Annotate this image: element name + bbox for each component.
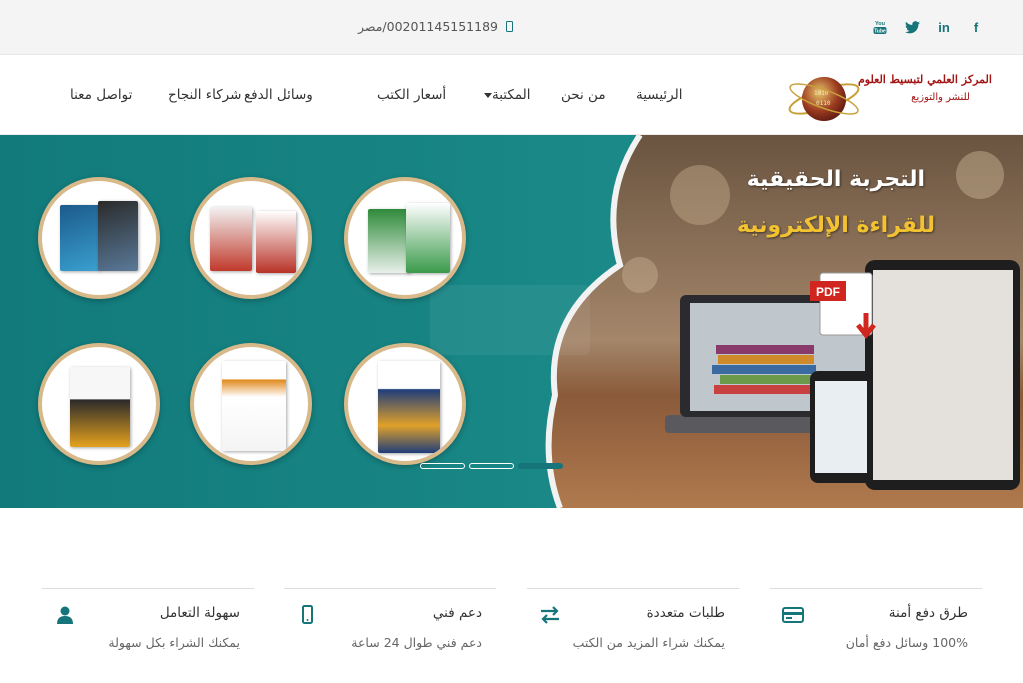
logo-line-1: المركز العلمي لتبسيط العلوم: [858, 73, 992, 86]
nav-item-home[interactable]: الرئيسية: [636, 87, 683, 103]
feature-title: طرق دفع أمنة: [888, 605, 968, 621]
feature-desc: يمكنك الشراء بكل سهولة: [108, 635, 240, 650]
slider-dot[interactable]: [420, 463, 465, 469]
nav-item-library-label: المكتبة: [492, 87, 531, 103]
nav-item-contact[interactable]: تواصل معنا: [70, 87, 132, 103]
user-icon: [57, 606, 73, 624]
hero-title: التجربة الحقيقية: [746, 167, 925, 192]
social-links: f in You Tube: [871, 18, 985, 36]
twitter-icon[interactable]: [903, 18, 921, 36]
book-cover: [406, 203, 450, 273]
contact-phone-text: 00201145151189/مصر: [358, 19, 498, 34]
nav-item-library[interactable]: المكتبة: [482, 87, 531, 103]
feature-support: دعم فني دعم فني طوال 24 ساعة: [284, 588, 496, 658]
feature-desc: دعم فني طوال 24 ساعة: [351, 635, 482, 650]
credit-card-icon: [782, 607, 804, 623]
hero-subtitle: للقراءة الإلكترونية: [736, 213, 935, 238]
feature-multiple-orders: طلبات متعددة يمكنك شراء المزيد من الكتب: [527, 588, 739, 658]
linkedin-icon[interactable]: in: [935, 18, 953, 36]
book-cover: [378, 361, 440, 453]
youtube-icon[interactable]: You Tube: [871, 18, 889, 36]
top-bar: f in You Tube 00201145151189/مصر: [0, 0, 1023, 55]
main-navigation: 1010 0110 المركز العلمي لتبسيط العلوم لل…: [0, 55, 1023, 135]
feature-secure-payment: طرق دفع أمنة 100% وسائل دفع أمان: [770, 588, 982, 658]
nav-item-book-prices[interactable]: أسعار الكتب: [377, 87, 446, 103]
feature-title: دعم فني: [432, 605, 482, 621]
feature-desc: يمكنك شراء المزيد من الكتب: [572, 635, 725, 650]
slider-dot-active[interactable]: [518, 463, 563, 469]
nav-item-payment-methods[interactable]: وسائل الدفع: [244, 87, 313, 103]
feature-title: سهولة التعامل: [159, 605, 240, 621]
features-row: طرق دفع أمنة 100% وسائل دفع أمان طلبات م…: [42, 588, 982, 658]
book-circle[interactable]: [190, 177, 312, 299]
book-cover: [98, 201, 138, 271]
book-cover: [60, 205, 100, 271]
feature-title: طلبات متعددة: [646, 605, 725, 621]
book-circle[interactable]: [190, 343, 312, 465]
book-circle[interactable]: [38, 177, 160, 299]
slider-dot[interactable]: [469, 463, 514, 469]
book-cover: [222, 361, 286, 451]
pdf-label: PDF: [816, 285, 840, 299]
slider-pagination: [420, 463, 563, 469]
hero-slider[interactable]: PDF التجربة الحقيقية للقراءة الإلكترونية: [0, 135, 1023, 508]
mobile-icon: [506, 21, 513, 32]
book-circle[interactable]: [344, 343, 466, 465]
feature-ease-of-use: سهولة التعامل يمكنك الشراء بكل سهولة: [42, 588, 254, 658]
nav-item-about[interactable]: من نحن: [561, 87, 606, 103]
logo-text: المركز العلمي لتبسيط العلوم للنشر والتوز…: [858, 73, 992, 103]
chevron-down-icon: [484, 92, 492, 98]
book-cover: [210, 207, 252, 271]
logo-line-2: للنشر والتوزيع: [911, 92, 970, 103]
book-cover: [256, 211, 296, 273]
exchange-arrows-icon: [541, 606, 559, 624]
svg-text:Tube: Tube: [874, 29, 886, 35]
nav-menu: الرئيسية من نحن المكتبة أسعار الكتب وسائ…: [70, 87, 690, 107]
facebook-icon[interactable]: f: [967, 18, 985, 36]
book-cover: [368, 209, 410, 273]
book-circle[interactable]: [344, 177, 466, 299]
svg-text:You: You: [875, 21, 885, 27]
nav-item-success-partners[interactable]: شركاء النجاح: [168, 87, 241, 103]
feature-desc: 100% وسائل دفع أمان: [845, 635, 968, 650]
book-cover: [70, 367, 130, 447]
book-circle[interactable]: [38, 343, 160, 465]
contact-phone[interactable]: 00201145151189/مصر: [358, 19, 513, 34]
mobile-icon: [302, 605, 313, 624]
